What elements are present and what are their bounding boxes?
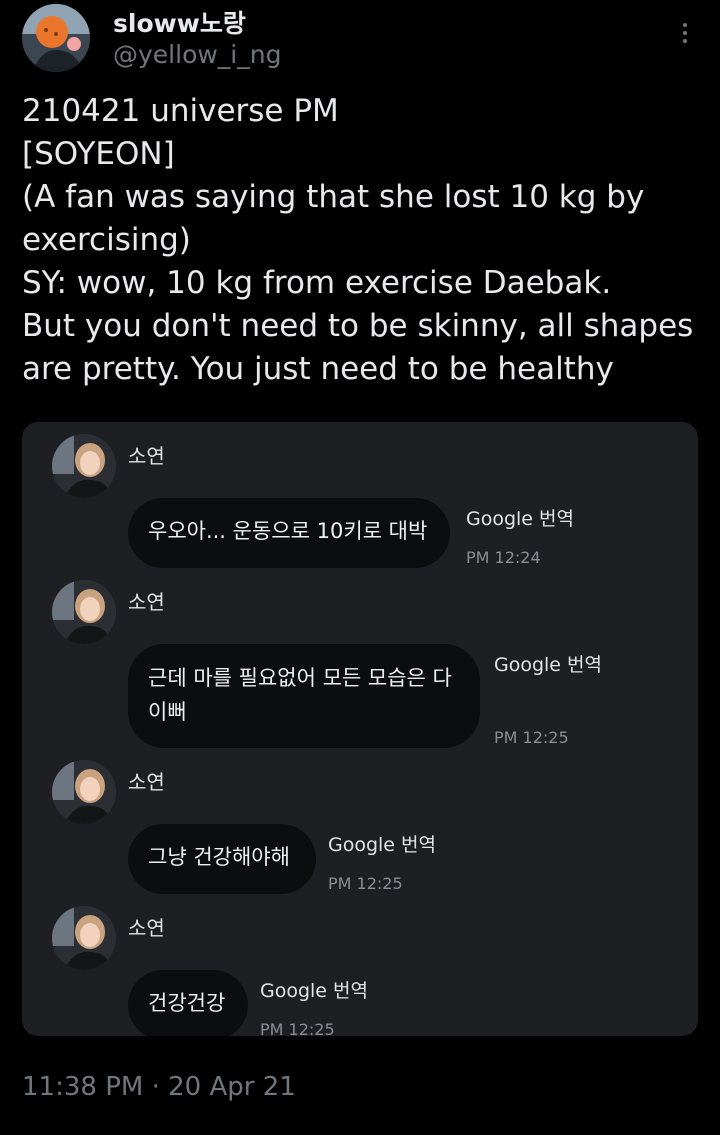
sender-name: 소연 xyxy=(128,444,165,468)
avatar-image xyxy=(22,4,90,72)
tweet-text: 210421 universe PM [SOYEON] (A fan was s… xyxy=(22,90,702,391)
message-bubble: 건강건강 xyxy=(128,970,248,1036)
tweet-header: sloww노랑 @yellow_i_ng xyxy=(0,0,720,90)
message-time: PM 12:25 xyxy=(260,1020,335,1036)
tweet-text-line: exercising) xyxy=(22,222,191,258)
google-translate-link[interactable]: Google 번역 xyxy=(466,504,574,531)
sender-name: 소연 xyxy=(128,770,165,794)
tweet-text-line: But you don't need to be skinny, all sha… xyxy=(22,308,694,344)
more-vertical-icon[interactable] xyxy=(670,18,700,48)
sender-avatar[interactable] xyxy=(52,760,116,824)
sender-avatar-image xyxy=(52,434,116,498)
message-time: PM 12:24 xyxy=(466,548,541,567)
tweet-text-line: (A fan was saying that she lost 10 kg by xyxy=(22,179,645,215)
tweet-text-line: [SOYEON] xyxy=(22,136,175,172)
sender-avatar-image xyxy=(52,580,116,644)
message-bubble: 우오아... 운동으로 10키로 대박 xyxy=(128,498,450,568)
google-translate-link[interactable]: Google 번역 xyxy=(260,976,368,1003)
sender-name: 소연 xyxy=(128,916,165,940)
display-name[interactable]: sloww노랑 xyxy=(113,4,246,40)
tweet-text-line: 210421 universe PM xyxy=(22,93,339,129)
sender-avatar[interactable] xyxy=(52,906,116,970)
sender-name: 소연 xyxy=(128,590,165,614)
user-avatar[interactable] xyxy=(22,4,90,72)
tweet-text-line: are pretty. You just need to be healthy xyxy=(22,351,614,387)
message-bubble: 그냥 건강해야해 xyxy=(128,824,316,894)
google-translate-link[interactable]: Google 번역 xyxy=(328,830,436,857)
tweet-text-line: SY: wow, 10 kg from exercise Daebak. xyxy=(22,265,612,301)
tweet-media-screenshot[interactable]: 소연 우오아... 운동으로 10키로 대박 Google 번역 PM 12:2… xyxy=(22,422,698,1036)
message-bubble: 근데 마를 필요없어 모든 모습은 다 이뻐 xyxy=(128,644,480,748)
message-time: PM 12:25 xyxy=(328,874,403,893)
sender-avatar[interactable] xyxy=(52,580,116,644)
user-handle[interactable]: @yellow_i_ng xyxy=(113,40,281,69)
message-time: PM 12:25 xyxy=(494,728,569,747)
sender-avatar-image xyxy=(52,760,116,824)
google-translate-link[interactable]: Google 번역 xyxy=(494,650,602,677)
tweet-timestamp[interactable]: 11:38 PM · 20 Apr 21 xyxy=(22,1072,296,1102)
sender-avatar-image xyxy=(52,906,116,970)
sender-avatar[interactable] xyxy=(52,434,116,498)
